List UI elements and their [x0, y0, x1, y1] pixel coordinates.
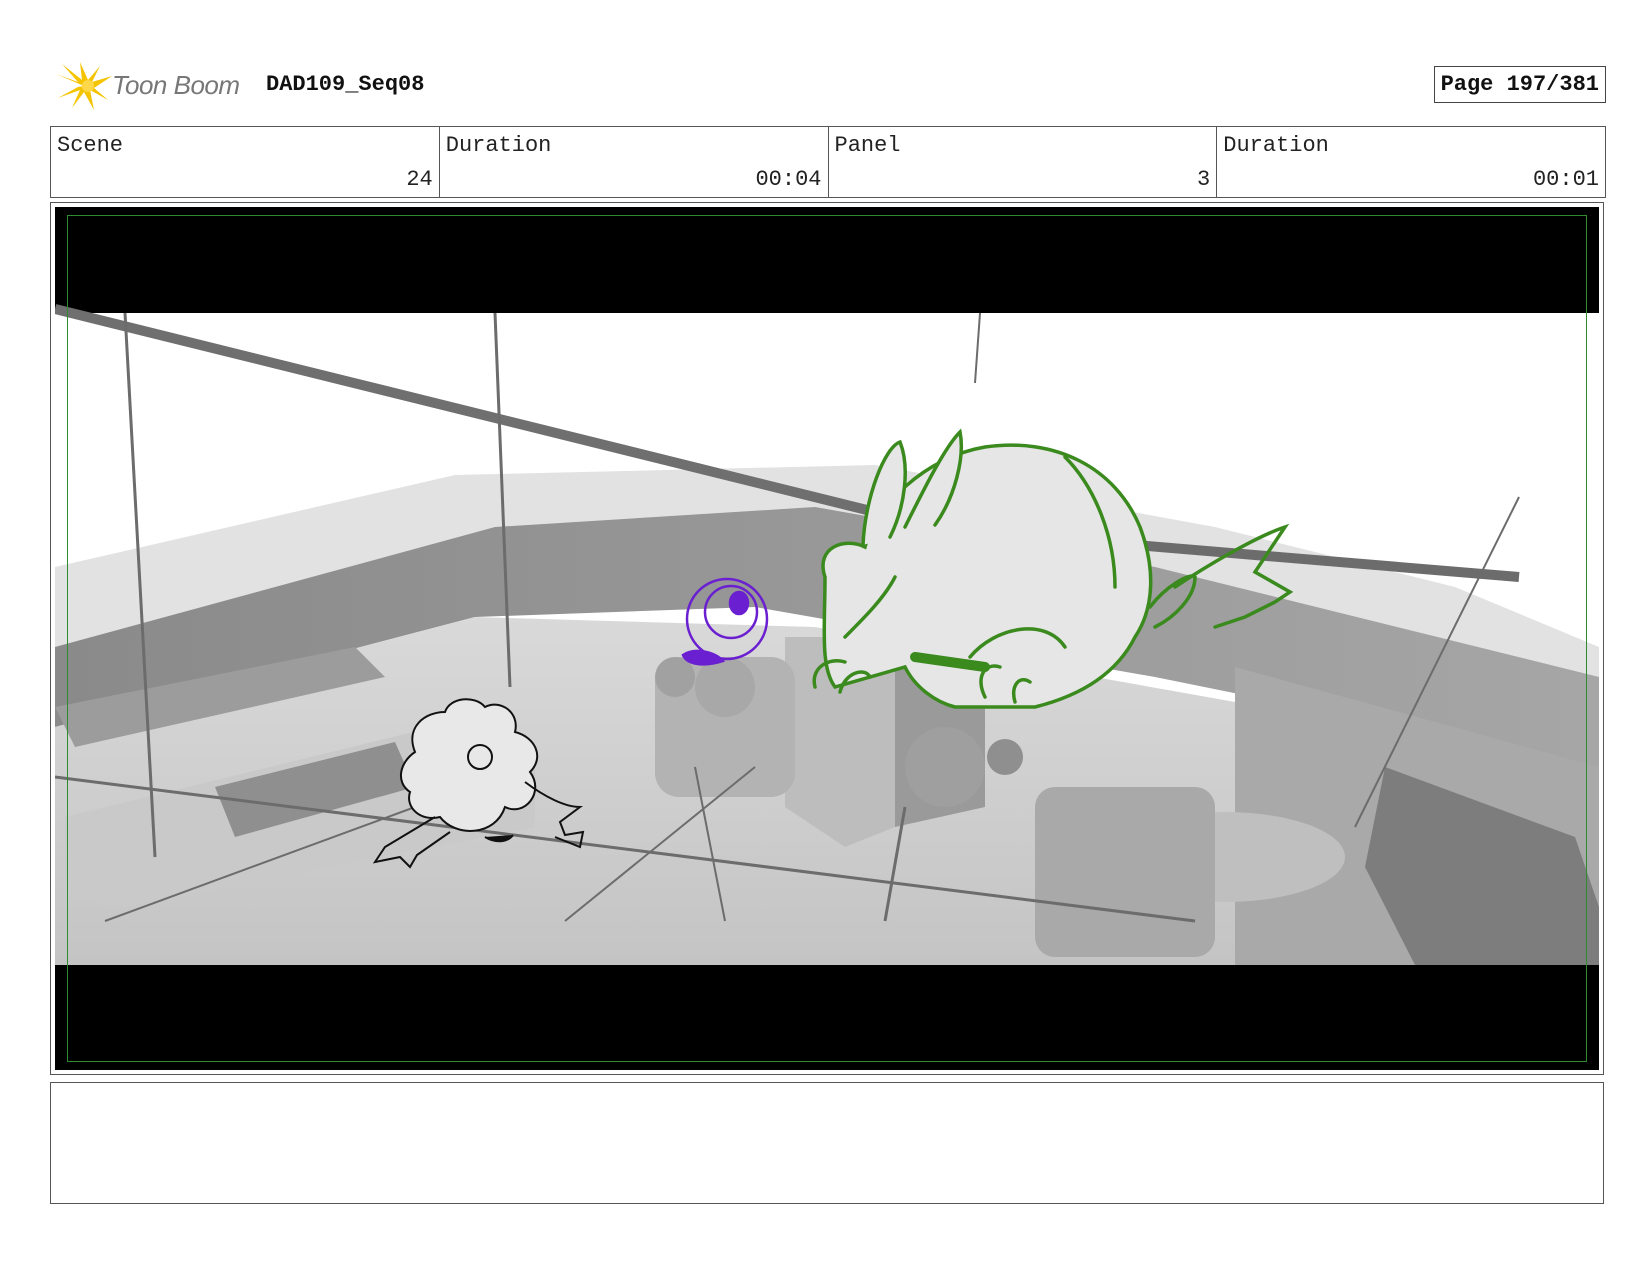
- panel-info-table: Scene 24 Duration 00:04 Panel 3 Duration…: [50, 126, 1606, 198]
- scene-label: Scene: [57, 133, 124, 158]
- panel-value: 3: [1197, 167, 1211, 192]
- scene-duration-cell: Duration 00:04: [440, 127, 829, 197]
- toon-boom-logo: Toon Boom: [54, 60, 254, 112]
- scene-area: [55, 304, 1599, 965]
- panel-duration-cell: Duration 00:01: [1217, 127, 1605, 197]
- scene-duration-value: 00:04: [755, 167, 822, 192]
- panel-duration-label: Duration: [1223, 133, 1329, 158]
- storyboard-header: Toon Boom DAD109_Seq08 Page 197/381: [50, 58, 1606, 114]
- scene-duration-label: Duration: [445, 133, 552, 158]
- logo-text: Toon Boom: [112, 70, 240, 100]
- scene-cell: Scene 24: [51, 127, 440, 197]
- panel-notes-box[interactable]: [50, 1082, 1604, 1204]
- page-number: Page 197/381: [1433, 66, 1606, 103]
- scene-value: 24: [406, 167, 433, 192]
- project-title: DAD109_Seq08: [266, 72, 425, 97]
- storyboard-panel-image: [55, 207, 1599, 1070]
- panel-drawing: [55, 304, 1599, 965]
- panel-label: Panel: [834, 133, 901, 158]
- panel-cell: Panel 3: [829, 127, 1218, 197]
- panel-frame: [50, 202, 1604, 1075]
- starburst-icon: [56, 62, 112, 110]
- panel-duration-value: 00:01: [1532, 167, 1599, 192]
